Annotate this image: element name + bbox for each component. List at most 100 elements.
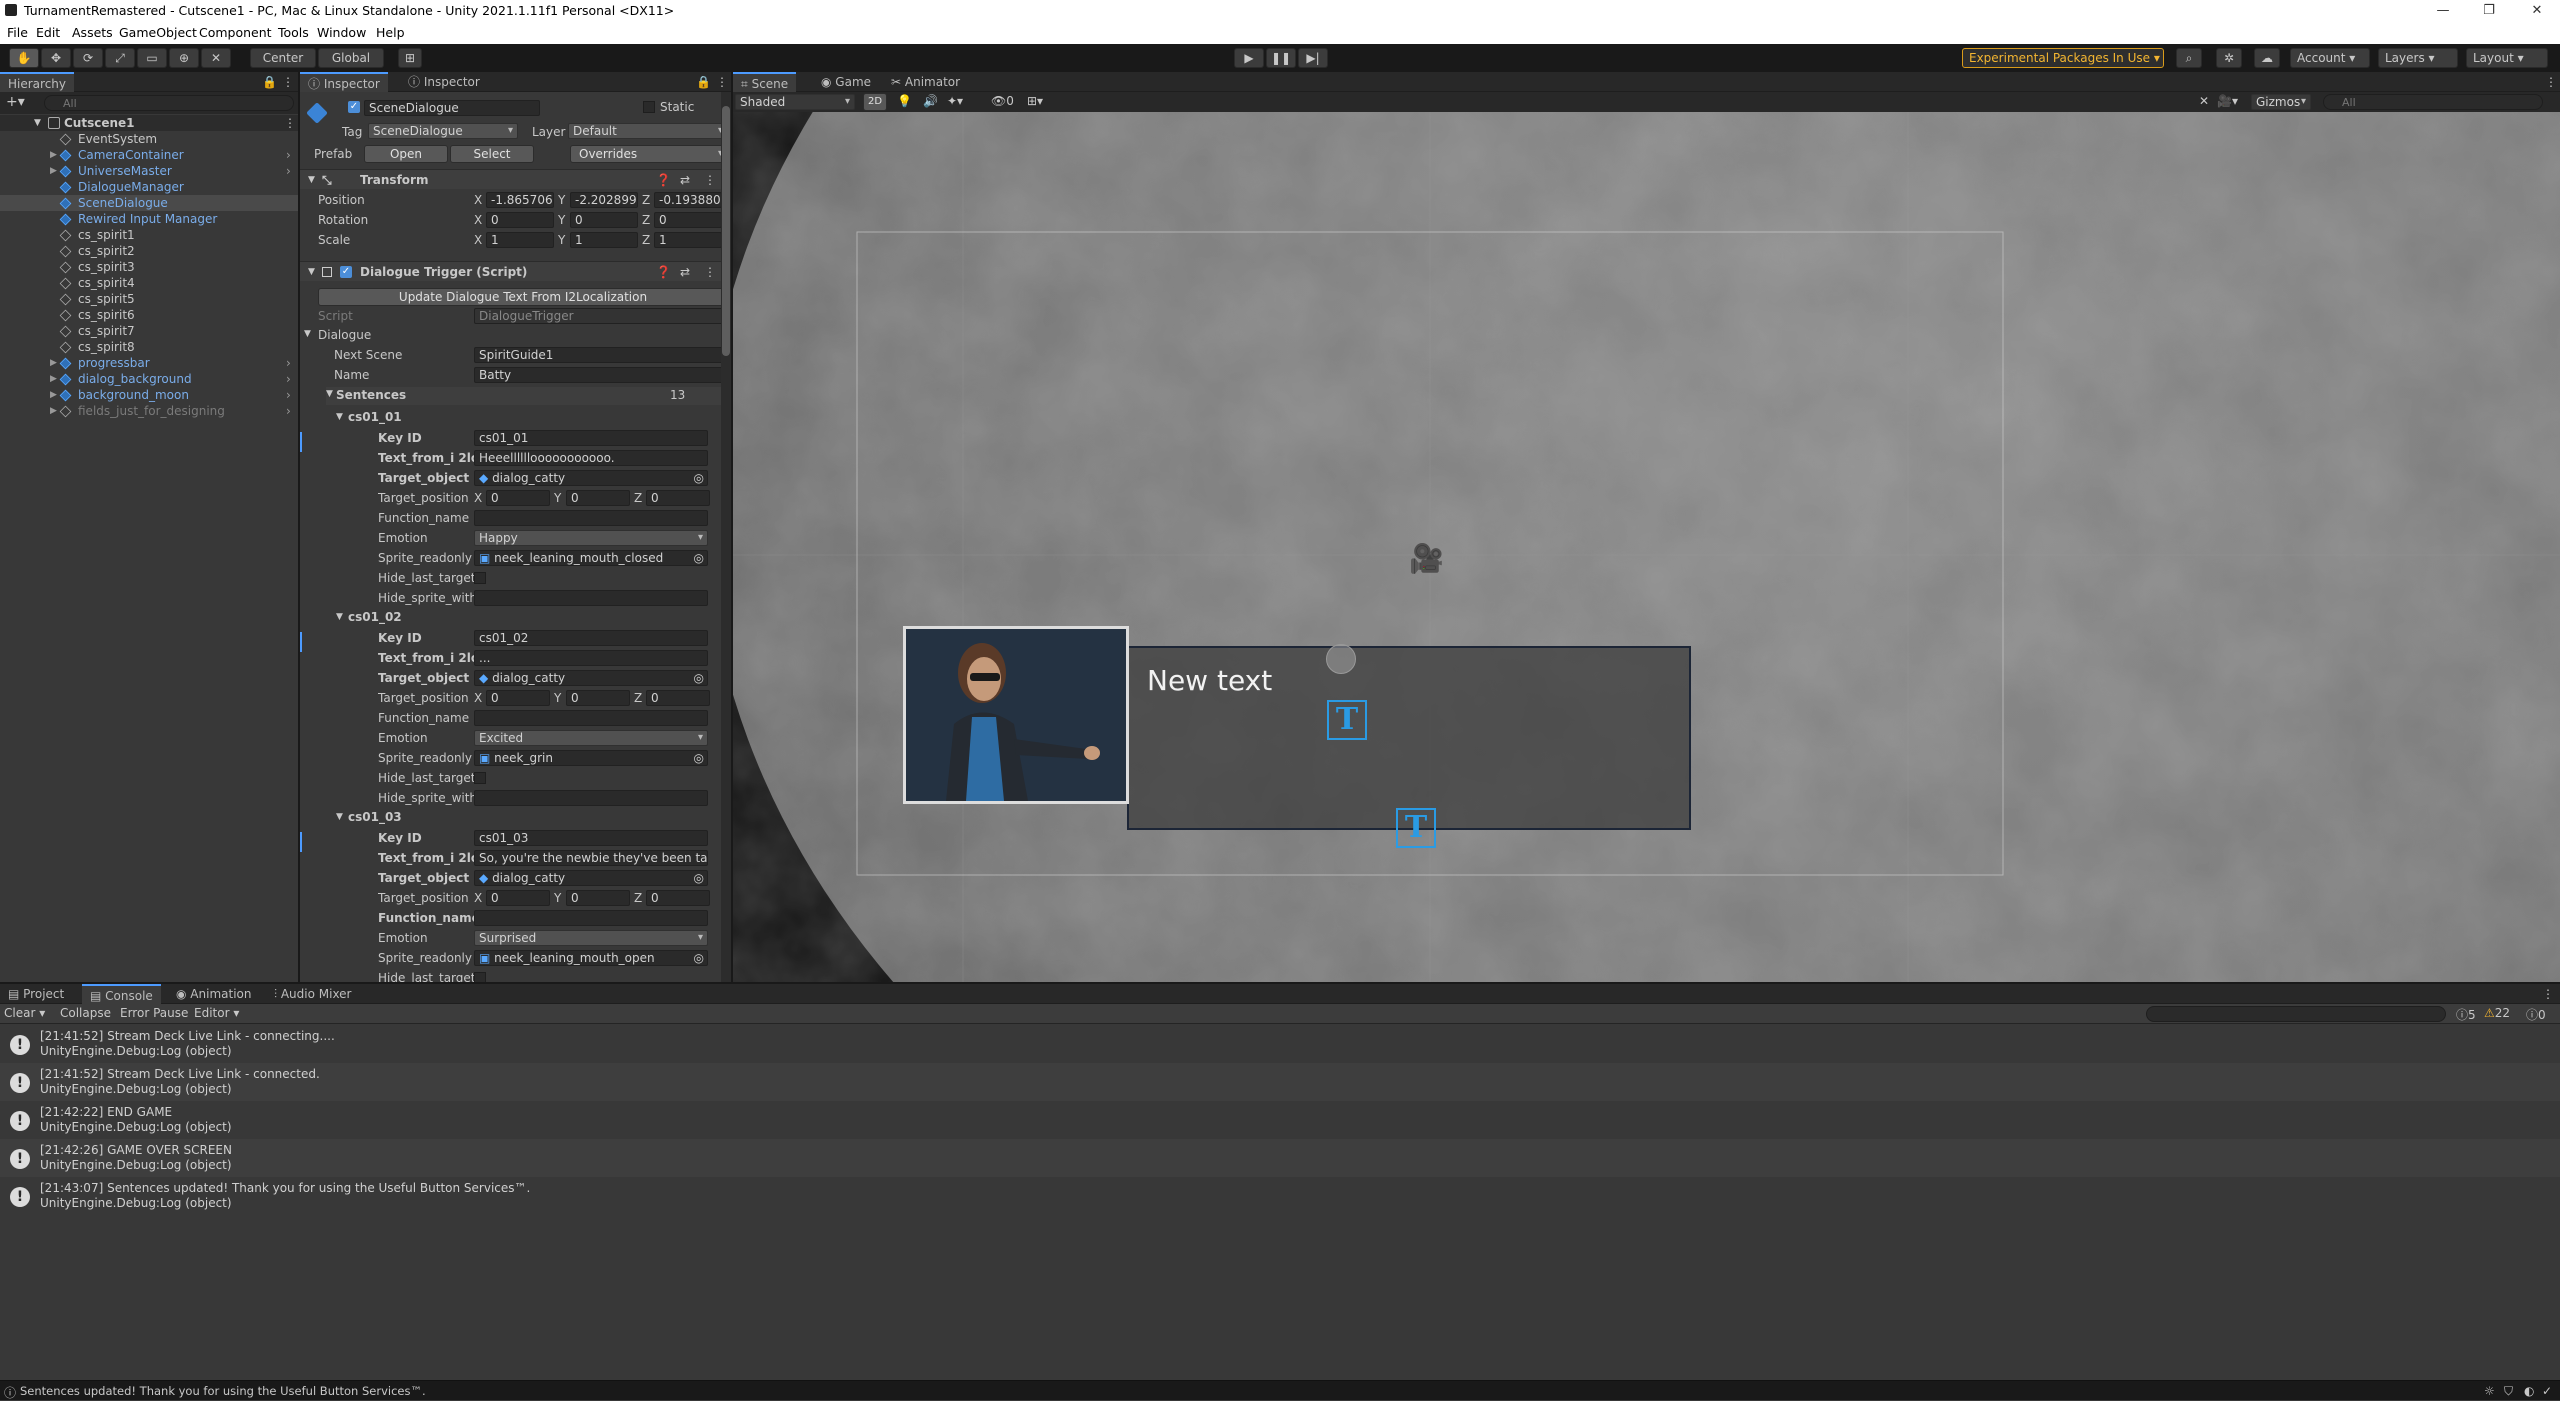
error-count[interactable]: ⓘ0 <box>2526 1006 2546 1023</box>
collapse-button[interactable]: Collapse <box>60 1006 111 1020</box>
sentences-header[interactable]: ▼ Sentences 13 <box>326 387 728 405</box>
emotion-dropdown[interactable]: Surprised <box>474 930 708 946</box>
text-field[interactable]: ... <box>474 650 708 666</box>
hierarchy-item[interactable]: DialogueManager <box>0 179 298 195</box>
tab-console[interactable]: ▤ Console <box>82 984 161 1004</box>
minimize-icon[interactable]: — <box>2420 0 2466 22</box>
hierarchy-item[interactable]: ▶ progressbar › <box>0 355 298 371</box>
custom-tool-icon[interactable]: ✕ <box>201 48 231 68</box>
text-gizmo-icon[interactable]: T <box>1327 700 1367 740</box>
hierarchy-item[interactable]: cs_spirit7 <box>0 323 298 339</box>
hierarchy-root[interactable]: ▼ Cutscene1 ⋮ <box>0 115 298 131</box>
target-picker-icon[interactable]: ◎ <box>694 471 704 485</box>
console-log-row[interactable]: ! [21:42:26] GAME OVER SCREEN UnityEngin… <box>0 1139 2560 1177</box>
menu-help[interactable]: Help <box>376 25 405 40</box>
lighting-icon[interactable]: 💡 <box>897 94 912 108</box>
pause-icon[interactable]: ❚❚ <box>1266 48 1296 68</box>
dialog-text[interactable]: New text <box>1147 664 1272 697</box>
hide-sprite-field[interactable] <box>474 590 708 606</box>
snap-icon[interactable]: ⊞ <box>398 48 422 68</box>
rotation-x-field[interactable]: 0 <box>486 212 554 228</box>
rect-tool-icon[interactable]: ▭ <box>137 48 167 68</box>
hide-sprite-field[interactable] <box>474 790 708 806</box>
prefab-open-button[interactable]: Open <box>364 145 448 163</box>
chevron-right-icon[interactable]: › <box>286 403 291 419</box>
sprite-object-field[interactable]: ▣ neek_leaning_mouth_open ◎ <box>474 950 708 966</box>
tag-dropdown[interactable]: SceneDialogue <box>368 123 518 139</box>
target-position-y-field[interactable]: 0 <box>566 690 630 706</box>
static-checkbox[interactable] <box>643 101 655 113</box>
menu-assets[interactable]: Assets <box>72 25 113 40</box>
menu-window[interactable]: Window <box>317 25 366 40</box>
hierarchy-item[interactable]: ▶ UniverseMaster › <box>0 163 298 179</box>
function_name-field[interactable] <box>474 710 708 726</box>
script-header[interactable]: ▼ ✓ Dialogue Trigger (Script) ❓ ⇄ ⋮ <box>300 261 733 281</box>
pivot-global-button[interactable]: Global <box>318 48 384 68</box>
emotion-dropdown[interactable]: Excited <box>474 730 708 746</box>
target-picker-icon[interactable]: ◎ <box>694 751 704 765</box>
tab-project[interactable]: ▤ Project <box>0 984 72 1004</box>
visibility-icon[interactable]: 👁0 <box>991 94 1014 108</box>
key_id-field[interactable]: cs01_02 <box>474 630 708 646</box>
sentence-header[interactable]: cs01_02 <box>348 610 402 624</box>
tab-game[interactable]: ◉ Game <box>813 72 879 92</box>
update-dialogue-button[interactable]: Update Dialogue Text From I2Localization <box>318 288 728 306</box>
gizmos-dropdown[interactable]: Gizmos <box>2251 94 2311 110</box>
chevron-right-icon[interactable]: › <box>286 371 291 387</box>
camera-gizmo-icon[interactable]: 🎥 <box>1409 542 1444 575</box>
check-icon[interactable]: ✓ <box>2542 1384 2552 1398</box>
rotate-tool-icon[interactable]: ⟳ <box>73 48 103 68</box>
preset-icon[interactable]: ⇄ <box>680 170 690 190</box>
tab-animation[interactable]: ◉ Animation <box>168 984 259 1004</box>
scale-tool-icon[interactable]: ⤢ <box>105 48 135 68</box>
expand-arrow-icon[interactable]: ▼ <box>34 115 41 131</box>
kebab-menu-icon[interactable]: ⋮ <box>704 170 716 190</box>
menu-tools[interactable]: Tools <box>278 25 309 40</box>
layout-dropdown[interactable]: Layout ▾ <box>2466 48 2548 68</box>
function_name-field[interactable] <box>474 910 708 926</box>
scale-x-field[interactable]: 1 <box>486 232 554 248</box>
pivot-handle[interactable] <box>1326 644 1356 674</box>
expand-arrow-icon[interactable]: ▼ <box>304 329 311 339</box>
effects-icon[interactable]: ✦▾ <box>947 94 963 108</box>
scene-view[interactable]: 🎥 New text T T <box>733 112 2560 982</box>
chevron-right-icon[interactable]: › <box>286 147 291 163</box>
expand-arrow-icon[interactable]: ▼ <box>326 389 333 399</box>
prefab-overrides-dropdown[interactable]: Overrides <box>570 145 728 163</box>
portrait-frame[interactable] <box>903 626 1129 804</box>
experimental-packages-button[interactable]: Experimental Packages In Use ▾ <box>1962 48 2164 68</box>
pivot-center-button[interactable]: Center <box>250 48 316 68</box>
hierarchy-item[interactable]: cs_spirit6 <box>0 307 298 323</box>
hide-last-target-checkbox[interactable] <box>474 572 486 584</box>
scrollbar-thumb[interactable] <box>722 106 730 356</box>
console-log-row[interactable]: ! [21:41:52] Stream Deck Live Link - con… <box>0 1063 2560 1101</box>
2d-toggle-button[interactable]: 2D <box>863 93 887 111</box>
console-search-input[interactable] <box>2146 1006 2446 1022</box>
tab-animator[interactable]: ✂ Animator <box>883 72 968 92</box>
maximize-icon[interactable]: ❐ <box>2466 0 2512 22</box>
hierarchy-item[interactable]: ▶ background_moon › <box>0 387 298 403</box>
target-picker-icon[interactable]: ◎ <box>694 551 704 565</box>
add-icon[interactable]: +▾ <box>6 94 25 110</box>
active-checkbox[interactable]: ✓ <box>348 101 360 113</box>
menu-gameobject[interactable]: GameObject <box>119 25 197 40</box>
expand-arrow-icon[interactable]: ▶ <box>50 147 57 163</box>
help-icon[interactable]: ❓ <box>656 262 671 282</box>
position-y-field[interactable]: -2.202899 <box>570 192 638 208</box>
sprite-object-field[interactable]: ▣ neek_leaning_mouth_closed ◎ <box>474 550 708 566</box>
target-picker-icon[interactable]: ◎ <box>694 871 704 885</box>
rotation-z-field[interactable]: 0 <box>654 212 722 228</box>
key_id-field[interactable]: cs01_03 <box>474 830 708 846</box>
collab-icon[interactable]: ✲ <box>2216 48 2242 68</box>
hide-last-target-checkbox[interactable] <box>474 772 486 784</box>
hide-last-target-checkbox[interactable] <box>474 972 486 982</box>
expand-arrow-icon[interactable]: ▼ <box>308 262 315 282</box>
hierarchy-item[interactable]: ▶ dialog_background › <box>0 371 298 387</box>
menu-file[interactable]: File <box>7 25 28 40</box>
hierarchy-item[interactable]: ▶ fields_just_for_designing › <box>0 403 298 419</box>
expand-arrow-icon[interactable]: ▶ <box>50 163 57 179</box>
clear-button[interactable]: Clear ▾ <box>4 1006 45 1020</box>
target-position-x-field[interactable]: 0 <box>486 890 550 906</box>
target-picker-icon[interactable]: ◎ <box>694 951 704 965</box>
target_object-object-field[interactable]: ◆ dialog_catty ◎ <box>474 470 708 486</box>
